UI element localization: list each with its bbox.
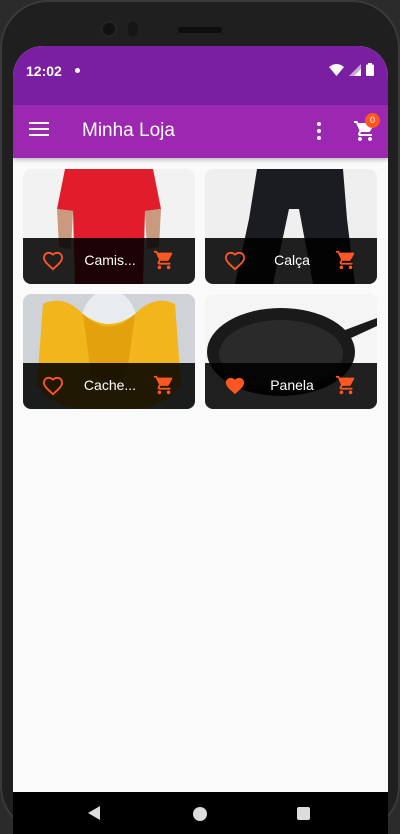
product-grid: Camis... Calça Cache... Panela	[23, 169, 378, 409]
home-icon[interactable]	[193, 807, 207, 821]
favorite-border-icon[interactable]	[224, 251, 246, 271]
system-nav-bar	[13, 792, 388, 834]
add-to-cart-icon[interactable]	[153, 374, 175, 396]
system-icons	[329, 62, 374, 76]
recent-apps-icon[interactable]	[297, 807, 310, 820]
favorite-filled-icon[interactable]	[224, 376, 246, 396]
front-camera	[100, 20, 118, 38]
app-screen: 12:02 Minha Loja 0 Camis... Calça Cache.…	[13, 46, 388, 792]
favorite-border-icon[interactable]	[42, 376, 64, 396]
sensor	[128, 22, 138, 36]
product-name: Calça	[274, 252, 310, 268]
add-to-cart-icon[interactable]	[335, 374, 357, 396]
add-to-cart-icon[interactable]	[153, 249, 175, 271]
product-footer: Camis...	[23, 238, 195, 284]
product-footer: Cache...	[23, 363, 195, 409]
product-card[interactable]: Panela	[205, 294, 377, 409]
product-name: Panela	[270, 377, 314, 393]
notification-dot-icon	[75, 68, 80, 73]
product-card[interactable]: Camis...	[23, 169, 195, 284]
battery-icon	[366, 63, 374, 76]
back-icon[interactable]	[88, 806, 100, 820]
signal-icon	[349, 64, 361, 76]
phone-frame: 12:02 Minha Loja 0 Camis... Calça Cache.…	[0, 0, 400, 834]
product-footer: Calça	[205, 238, 377, 284]
menu-icon[interactable]	[29, 122, 49, 140]
status-bar: 12:02	[13, 46, 388, 105]
add-to-cart-icon[interactable]	[335, 249, 357, 271]
favorite-border-icon[interactable]	[42, 251, 64, 271]
product-name: Cache...	[83, 377, 137, 393]
cart-count-badge: 0	[365, 113, 380, 128]
earpiece-speaker	[178, 27, 222, 33]
status-time: 12:02	[26, 63, 62, 79]
app-bar: Minha Loja 0	[13, 105, 388, 158]
app-title: Minha Loja	[82, 120, 175, 141]
more-options-icon[interactable]	[315, 122, 323, 142]
product-footer: Panela	[205, 363, 377, 409]
wifi-icon	[329, 64, 344, 76]
product-card[interactable]: Cache...	[23, 294, 195, 409]
product-card[interactable]: Calça	[205, 169, 377, 284]
product-name: Camis...	[84, 252, 136, 268]
